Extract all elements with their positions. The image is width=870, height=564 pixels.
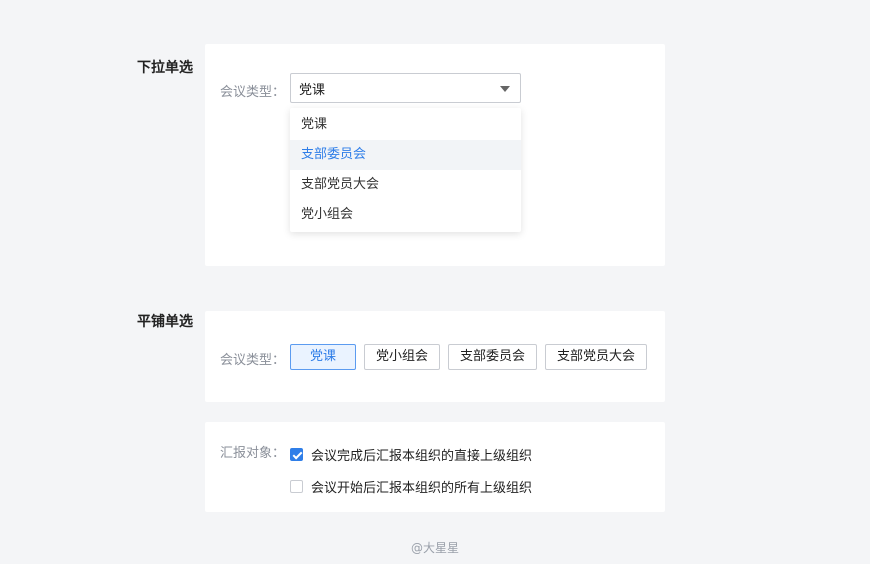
select-value: 党课 [299,82,326,98]
tile-branch-member-meeting[interactable]: 支部党员大会 [545,344,648,370]
tiled-card: 会议类型： 党课 党小组会 支部委员会 支部党员大会 [205,311,665,402]
chevron-down-icon[interactable] [500,86,510,92]
meeting-type-select[interactable]: 党课 [290,73,521,103]
checkbox-checked-icon[interactable] [290,448,303,461]
page: 下拉单选 会议类型： 党课 党课 支部委员会 支部党员大会 党小组会 平铺单选 … [0,0,870,564]
checkbox-label: 会议开始后汇报本组织的所有上级组织 [311,481,533,496]
meeting-type-label: 会议类型： [220,353,286,368]
menu-item-branch-committee[interactable]: 支部委员会 [290,140,521,170]
report-target-label: 汇报对象： [220,446,286,461]
meeting-type-label: 会议类型： [220,85,286,100]
checkbox-unchecked-icon[interactable] [290,480,303,493]
report-card: 汇报对象： 会议完成后汇报本组织的直接上级组织 会议开始后汇报本组织的所有上级组… [205,422,665,512]
tile-party-group-meeting[interactable]: 党小组会 [364,344,441,370]
author-credit: @大星星 [410,541,459,555]
menu-item-branch-member-meeting[interactable]: 支部党员大会 [290,170,521,200]
tile-branch-committee[interactable]: 支部委员会 [448,344,538,370]
meeting-type-tiles: 党课 党小组会 支部委员会 支部党员大会 [290,344,648,370]
tiled-section-title: 平铺单选 [137,314,193,330]
checkbox-all-superiors[interactable]: 会议开始后汇报本组织的所有上级组织 [290,477,532,496]
dropdown-card: 会议类型： 党课 党课 支部委员会 支部党员大会 党小组会 [205,44,665,266]
dropdown-section-title: 下拉单选 [137,60,193,76]
dropdown-menu: 党课 支部委员会 支部党员大会 党小组会 [290,108,521,232]
checkbox-direct-superior[interactable]: 会议完成后汇报本组织的直接上级组织 [290,445,532,464]
checkbox-label: 会议完成后汇报本组织的直接上级组织 [311,449,533,464]
tile-dang-ke[interactable]: 党课 [290,344,357,370]
menu-item-dang-ke[interactable]: 党课 [290,110,521,140]
menu-item-party-group-meeting[interactable]: 党小组会 [290,200,521,230]
